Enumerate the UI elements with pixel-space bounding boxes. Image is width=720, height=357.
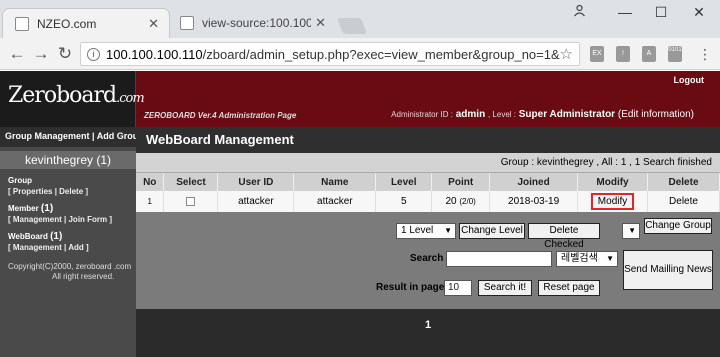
page-number[interactable]: 1 (136, 319, 720, 331)
pdf-extension-icon[interactable]: A (642, 46, 656, 62)
admin-info: Administrator ID : admin , Level : Super… (391, 109, 694, 120)
level-select[interactable]: 1 Level ▼ (396, 223, 456, 239)
group-management-link[interactable]: Group Management (5, 131, 90, 141)
cell-name: attacker (293, 191, 377, 212)
admin-page-label: ZEROBOARD Ver.4 Administration Page (144, 111, 297, 120)
browser-tab-bar: NZEO.com ✕ view-source:100.100.100 ✕ — ☐… (0, 0, 720, 38)
binary-extension-icon[interactable]: 0101 (668, 46, 682, 62)
info-icon[interactable]: i (87, 47, 100, 61)
join-form-link[interactable]: Join Form (68, 215, 107, 224)
cell-level: 5 (375, 191, 433, 212)
bookmark-star-icon[interactable]: ☆ (560, 45, 573, 63)
copyright: Copyright(C)2000, zeroboard .com All rig… (8, 262, 132, 281)
modify-button[interactable]: Modify (590, 193, 635, 210)
new-tab-button[interactable] (337, 18, 367, 34)
edit-information-link[interactable]: (Edit information) (618, 109, 694, 120)
column-header: Point (431, 173, 491, 191)
webboard-management-link[interactable]: Management (13, 243, 62, 252)
minimize-icon[interactable]: — (610, 4, 640, 20)
cell-modify: Modify (577, 191, 648, 212)
column-header: Select (163, 173, 219, 191)
search-type-select[interactable]: 레벨검색 ▼ (556, 251, 618, 267)
chevron-down-icon: ▼ (628, 226, 636, 235)
delete-checked-button[interactable]: Delete Checked (528, 223, 600, 250)
back-icon[interactable]: ← (6, 44, 28, 64)
tab-nzeo[interactable]: NZEO.com ✕ (2, 8, 170, 38)
account-icon[interactable] (564, 4, 594, 20)
window-close-icon[interactable]: ✕ (684, 4, 714, 21)
cell-select (163, 191, 219, 212)
forward-icon[interactable]: → (30, 44, 52, 64)
search-label: Search (410, 253, 444, 264)
members-table: No Select User ID Name Level Point Joine… (136, 173, 720, 212)
search-summary: Group : kevinthegrey , All : 1 , 1 Searc… (136, 153, 720, 173)
search-it-button[interactable]: Search it! (478, 280, 532, 296)
page-icon (15, 16, 29, 31)
extension-icon[interactable]: ! (616, 46, 630, 62)
extension-icon[interactable]: EX (590, 46, 604, 62)
column-header: Delete (647, 173, 720, 191)
column-header: Name (293, 173, 377, 191)
main-content: WebBoard Management Group : kevinthegrey… (136, 127, 720, 309)
search-input[interactable] (446, 251, 552, 267)
tab-title: view-source:100.100.100 (202, 16, 312, 30)
logo-area: Zeroboard.com (0, 71, 145, 127)
column-header: No (136, 173, 165, 191)
page: Zeroboard.com Logout ZEROBOARD Ver.4 Adm… (0, 71, 720, 357)
change-level-button[interactable]: Change Level (459, 223, 525, 239)
webboard-add-link[interactable]: Add (68, 243, 84, 252)
menu-kebab-icon[interactable]: ⋮ (694, 44, 716, 64)
group-delete-link[interactable]: Delete (59, 187, 83, 196)
pagination-bar: 1 (136, 309, 720, 357)
webboard-section: WebBoard (1) [ Management | Add ] (8, 231, 89, 252)
column-header: Modify (577, 173, 648, 191)
cell-no: 1 (136, 191, 165, 212)
result-per-page-input[interactable]: 10 (444, 280, 472, 296)
tab-title: NZEO.com (37, 16, 97, 31)
result-in-page-label: Result in page (376, 282, 445, 293)
admin-level: Super Administrator (518, 109, 616, 120)
maximize-icon[interactable]: ☐ (646, 4, 676, 21)
sidebar-menu: Group Management | Add Group (0, 127, 144, 147)
column-header: Level (375, 173, 433, 191)
reset-page-button[interactable]: Reset page (538, 280, 600, 296)
admin-id: admin (455, 109, 486, 120)
table-row: 1 attacker attacker 5 20 (2/0) 2018-03-1… (136, 191, 720, 212)
url-text[interactable]: 100.100.100.110/zboard/admin_setup.php?e… (106, 47, 560, 62)
page-icon (180, 16, 194, 30)
table-header: No Select User ID Name Level Point Joine… (136, 173, 720, 191)
cell-joined: 2018-03-19 (489, 191, 579, 212)
group-properties-link[interactable]: Properties (13, 187, 53, 196)
member-management-link[interactable]: Management (13, 215, 62, 224)
sidebar: Group Management | Add Group kevinthegre… (0, 127, 144, 357)
content-title: WebBoard Management (136, 127, 720, 153)
column-header: Joined (489, 173, 579, 191)
tab-view-source[interactable]: view-source:100.100.100 ✕ (168, 8, 336, 38)
close-icon[interactable]: ✕ (315, 15, 326, 31)
address-bar[interactable]: i 100.100.100.110/zboard/admin_setup.php… (80, 42, 580, 66)
logout-link[interactable]: Logout (674, 75, 705, 85)
current-group: kevinthegrey (1) (0, 151, 136, 169)
browser-toolbar: ← → ↻ i 100.100.100.110/zboard/admin_set… (0, 38, 720, 70)
send-mailing-news-button[interactable]: Send Mailling News (623, 250, 713, 290)
logo[interactable]: Zeroboard.com (8, 83, 145, 108)
group-select[interactable]: ▼ (622, 223, 640, 239)
chevron-down-icon: ▼ (606, 254, 614, 263)
close-icon[interactable]: ✕ (148, 16, 159, 32)
cell-delete[interactable]: Delete (647, 191, 720, 212)
member-section: Member (1) [ Management | Join Form ] (8, 203, 113, 224)
group-section: Group [ Properties | Delete ] (8, 176, 89, 196)
reload-icon[interactable]: ↻ (54, 44, 76, 64)
change-group-button[interactable]: Change Group (644, 218, 712, 234)
column-header: User ID (217, 173, 295, 191)
site-header: Zeroboard.com Logout ZEROBOARD Ver.4 Adm… (0, 71, 720, 127)
chevron-down-icon: ▼ (444, 226, 452, 235)
cell-point: 20 (2/0) (431, 191, 491, 212)
cell-user-id[interactable]: attacker (217, 191, 295, 212)
select-checkbox[interactable] (186, 196, 196, 206)
